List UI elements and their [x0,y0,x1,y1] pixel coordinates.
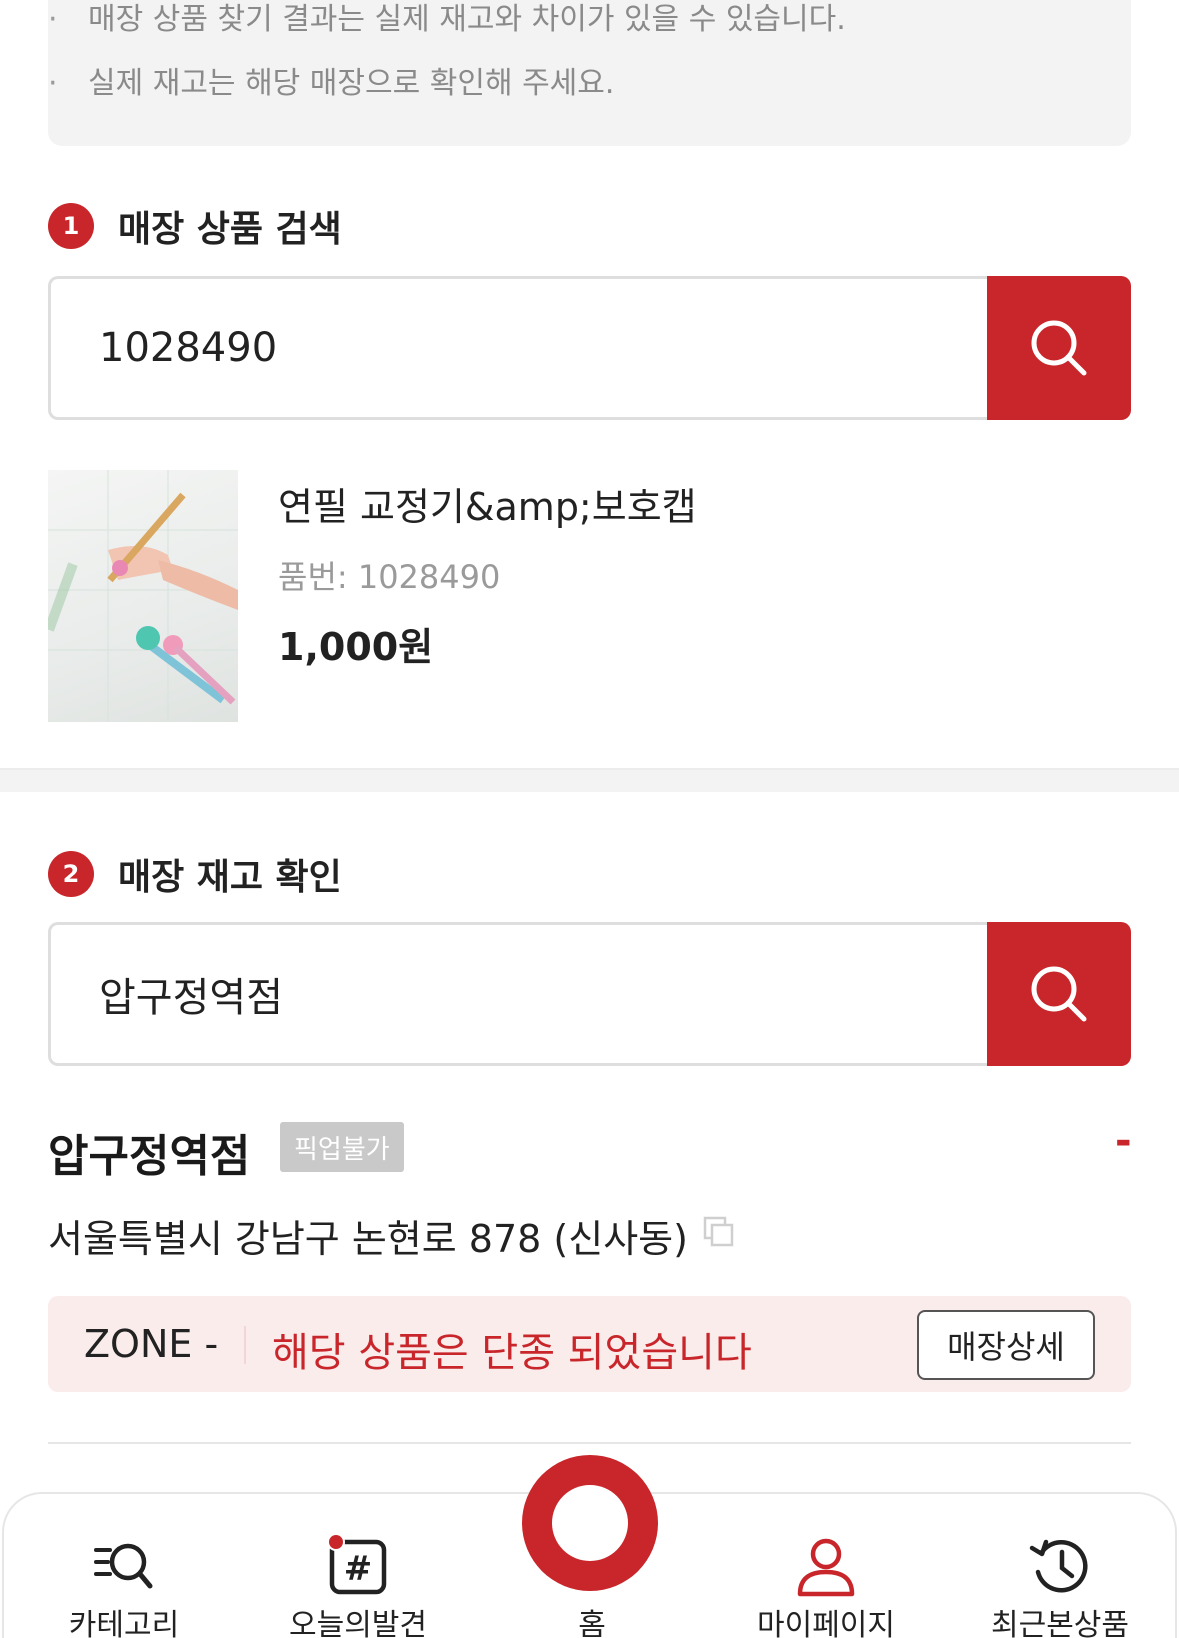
product-image [48,470,238,722]
svg-text:#: # [344,1549,373,1589]
copy-icon[interactable] [702,1214,736,1258]
person-icon [797,1538,855,1597]
notice-item: · 매장 상품 찾기 결과는 실제 재고와 차이가 있을 수 있습니다. [48,2,846,37]
store-search-row [48,922,1131,1066]
history-icon [1029,1539,1088,1593]
tab-mypage[interactable]: 마이페이지 [726,1494,926,1638]
tab-category[interactable]: 카테고리 [24,1494,224,1638]
discontinued-message: 해당 상품은 단종 되었습니다 [272,1330,752,1376]
notice-item: · 실제 재고는 해당 매장으로 확인해 주세요. [48,66,615,101]
pickup-status-badge: 픽업불가 [280,1122,404,1172]
store-search-input[interactable] [48,922,987,1066]
section-divider [0,768,1179,792]
section-title-text: 매장 재고 확인 [118,857,342,898]
product-search-row [48,276,1131,420]
search-icon [1031,320,1087,376]
product-search-button[interactable] [987,276,1131,420]
notice-text: 매장 상품 찾기 결과는 실제 재고와 차이가 있을 수 있습니다. [88,2,846,37]
store-name: 압구정역점 [48,1131,251,1182]
store-address-row: 서울특별시 강남구 논현로 878 (신사동) [48,1208,736,1263]
tab-recent[interactable]: 최근본상품 [960,1494,1160,1638]
section-title: 2 매장 재고 확인 [48,848,342,900]
home-logo-icon [552,1485,628,1561]
tab-label: 카테고리 [68,1608,180,1638]
category-search-icon [94,1543,153,1589]
store-address: 서울특별시 강남구 논현로 878 (신사동) [48,1217,688,1261]
product-result[interactable]: 연필 교정기&amp;보호캡 품번: 1028490 1,000원 [48,470,1131,722]
store-search-button[interactable] [987,922,1131,1066]
tab-label: 홈 [578,1608,606,1638]
product-thumbnail[interactable] [48,470,238,722]
store-detail-button[interactable]: 매장상세 [917,1310,1095,1380]
tab-label: 최근본상품 [991,1608,1129,1638]
tab-label: 오늘의발견 [289,1608,427,1638]
zone-status-box: ZONE - 해당 상품은 단종 되었습니다 매장상세 [48,1296,1131,1392]
product-code: 품번: 1028490 [278,558,501,596]
product-price: 1,000원 [278,625,434,669]
section-title: 1 매장 상품 검색 [48,200,342,252]
hashtag-icon: # [327,1533,387,1595]
tab-discover[interactable]: # 오늘의발견 [258,1494,458,1638]
search-icon [1031,966,1087,1022]
step-badge: 1 [48,203,94,249]
zone-separator [244,1326,246,1364]
divider [48,1442,1131,1444]
notice-text: 실제 재고는 해당 매장으로 확인해 주세요. [88,66,615,101]
collapse-toggle[interactable]: - [1115,1118,1132,1164]
step-badge: 2 [48,851,94,897]
tab-label: 마이페이지 [757,1608,895,1638]
zone-label: ZONE - [84,1322,219,1366]
home-button[interactable] [522,1455,658,1591]
section-title-text: 매장 상품 검색 [118,209,342,250]
product-name[interactable]: 연필 교정기&amp;보호캡 [278,476,697,531]
product-search-input[interactable] [48,276,987,420]
